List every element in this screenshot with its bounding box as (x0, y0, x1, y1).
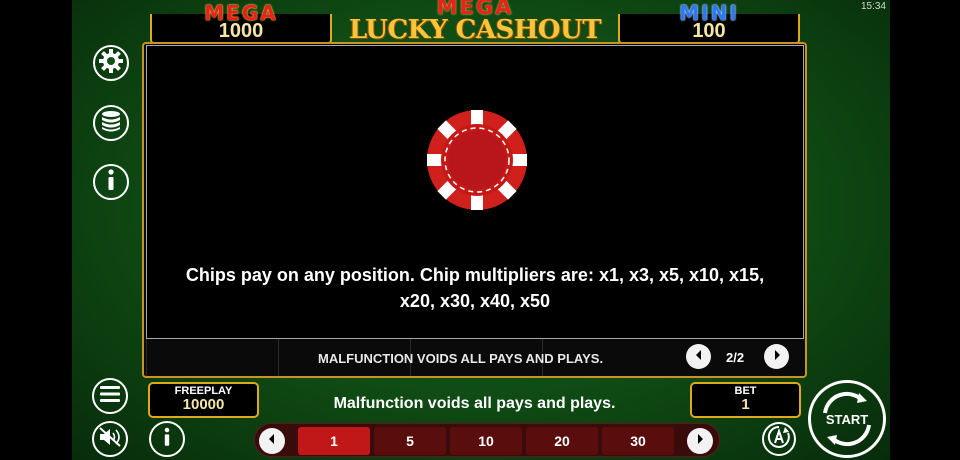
help-button[interactable] (149, 421, 185, 457)
chevron-left-icon (693, 348, 705, 366)
info-icon (160, 426, 174, 453)
freeplay-display: FREEPLAY 10000 (148, 382, 259, 418)
freeplay-value: 10000 (182, 396, 225, 413)
paytable-panel: Chips pay on any position. Chip multipli… (146, 45, 804, 339)
logo-line1: MEGA (436, 0, 514, 19)
info-icon (103, 168, 119, 197)
bet-decrease-button[interactable] (259, 428, 285, 454)
hamburger-menu-icon (100, 385, 120, 407)
gear-icon (97, 47, 125, 80)
game-logo: MEGA LUCKY CASHOUT (340, 0, 610, 46)
autoplay-icon (766, 424, 792, 455)
coins-stack-icon (99, 109, 123, 138)
bet-selector: 1 5 10 20 30 (254, 423, 720, 457)
reel-footer: MALFUNCTION VOIDS ALL PAYS AND PLAYS. 2/… (146, 339, 804, 376)
jackpot-mega-value: 1000 (218, 20, 264, 42)
bet-option-1[interactable]: 1 (298, 427, 370, 455)
bet-value: 1 (741, 396, 750, 413)
chevron-left-icon (266, 432, 278, 450)
logo-line2: LUCKY CASHOUT (348, 15, 602, 45)
autoplay-button[interactable] (762, 422, 796, 456)
panel-disclaimer: MALFUNCTION VOIDS ALL PAYS AND PLAYS. (318, 351, 604, 366)
chevron-right-icon (771, 348, 783, 366)
coins-button[interactable] (93, 105, 129, 141)
jackpot-mini: MINI 100 (618, 1, 800, 44)
jackpot-mini-value: 100 (692, 20, 726, 42)
start-label: START (825, 411, 869, 427)
bet-option-20[interactable]: 20 (526, 427, 598, 455)
sound-toggle-button[interactable] (92, 421, 128, 457)
start-button[interactable]: START (808, 380, 886, 458)
page-indicator: 2/2 (726, 350, 745, 365)
chip-icon (425, 108, 529, 212)
next-page-button[interactable] (764, 344, 789, 369)
bet-increase-button[interactable] (687, 428, 713, 454)
menu-button[interactable] (92, 378, 128, 414)
bottom-disclaimer: Malfunction voids all pays and plays. (333, 395, 616, 412)
info-button[interactable] (93, 164, 129, 200)
paytable-text: Chips pay on any position. Chip multipli… (185, 265, 765, 311)
chevron-right-icon (694, 432, 706, 450)
bet-option-30[interactable]: 30 (602, 427, 674, 455)
pager: 2/2 (686, 343, 792, 371)
reel-cell (146, 339, 278, 376)
settings-button[interactable] (93, 45, 129, 81)
status-time: 15:34 (860, 1, 886, 12)
speaker-muted-icon (98, 426, 122, 452)
prev-page-button[interactable] (686, 344, 711, 369)
bet-option-10[interactable]: 10 (450, 427, 522, 455)
bet-option-5[interactable]: 5 (374, 427, 446, 455)
bet-display: BET 1 (690, 382, 801, 418)
jackpot-mega: MEGA 1000 (150, 1, 332, 44)
